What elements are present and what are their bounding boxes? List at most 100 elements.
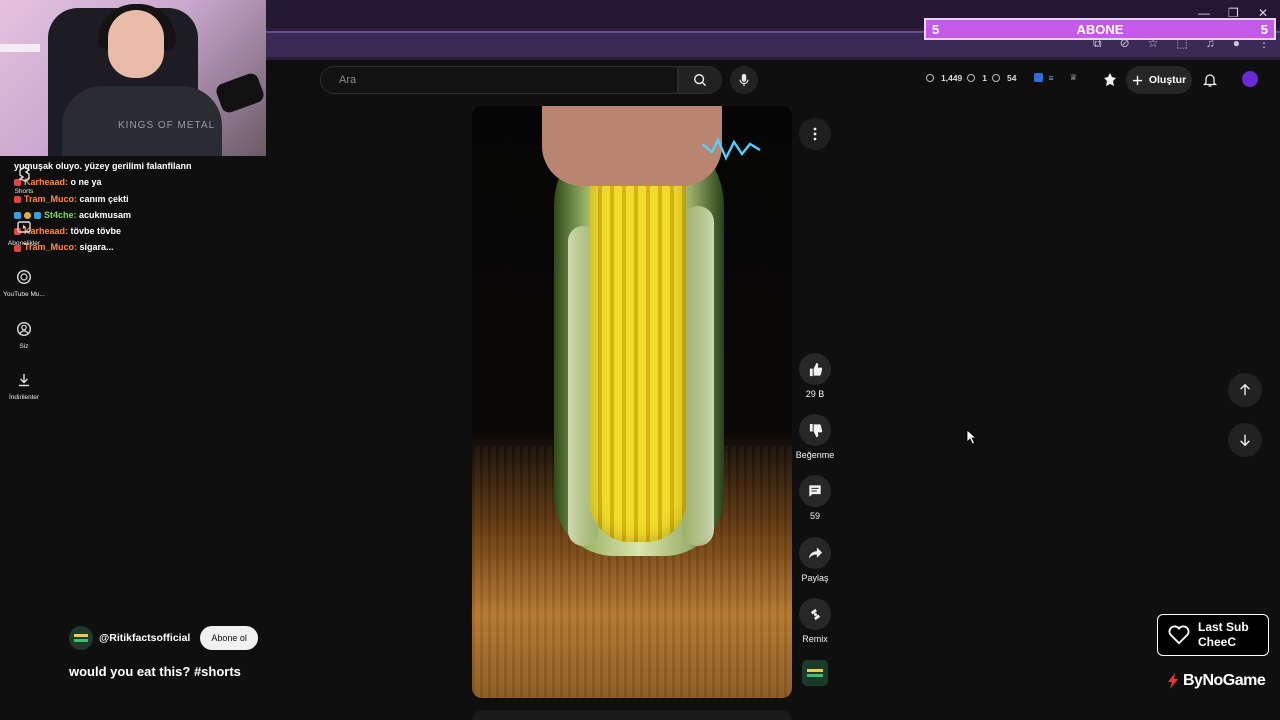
comments-button[interactable]: 59 [790, 475, 840, 521]
trophy-icon[interactable]: ♕ [1069, 72, 1077, 83]
plus-icon [1132, 75, 1142, 85]
like-count: 29 B [805, 389, 825, 399]
extension-stats: 1,449 1 54 ≡ ♕ [926, 72, 1077, 83]
last-sub-text: Last Sub CheeC [1198, 620, 1249, 650]
list-icon[interactable]: ≡ [1048, 73, 1053, 83]
chat-message: Tram_Muco: canım çekti [14, 191, 266, 207]
sidebar-item-label: Siz [19, 343, 29, 350]
sidebar-item-youtube-music[interactable]: YouTube Mu... [0, 269, 48, 298]
goal-target: 5 [1260, 21, 1268, 37]
remix-button[interactable]: Remix [790, 598, 840, 644]
chat-text: acukmusam [79, 209, 132, 220]
search-icon [694, 74, 707, 87]
more-vertical-icon [813, 127, 817, 141]
arrow-down-icon [1240, 434, 1250, 447]
last-subscriber-overlay: Last Sub CheeC [1157, 614, 1269, 656]
thumbs-down-icon [809, 423, 822, 437]
youtube-music-icon [16, 269, 32, 285]
previous-video-button[interactable] [1228, 373, 1262, 407]
video-title[interactable]: would you eat this? #shorts [69, 664, 241, 679]
next-video-button[interactable] [1228, 423, 1262, 457]
share-circle[interactable] [799, 537, 831, 569]
remix-icon [810, 608, 820, 620]
comments-circle[interactable] [799, 475, 831, 507]
create-label: Oluştur [1148, 74, 1187, 86]
clock-icon [926, 73, 934, 82]
heart-icon [1168, 625, 1190, 645]
sidebar-item-you[interactable]: Siz [0, 321, 48, 350]
create-button[interactable]: Oluştur [1126, 66, 1192, 94]
sidebar-item-subscriptions[interactable]: Abonelikler [0, 218, 48, 247]
shorts-video-player[interactable] [472, 106, 792, 698]
extension-badge-icon[interactable] [1034, 73, 1044, 82]
sidebar-item-label: YouTube Mu... [3, 291, 45, 298]
subscriber-goal-bar: 5 ABONE 5 [924, 18, 1276, 40]
chat-message: St4che: acukmusam [14, 207, 266, 223]
streamer-face [108, 10, 164, 78]
chat-text: tövbe tövbe [70, 226, 122, 237]
download-icon [19, 374, 29, 387]
profile-icon [16, 321, 32, 337]
sidebar-item-label: Shorts [14, 188, 34, 195]
dislike-circle[interactable] [799, 414, 831, 446]
sidebar-item-downloads[interactable]: İndirilenler [0, 372, 48, 401]
share-button[interactable]: Paylaş [790, 537, 840, 583]
like-button[interactable]: 29 B [790, 353, 840, 399]
dislike-button[interactable]: Beğenme [790, 414, 840, 460]
background-shelf [0, 44, 40, 52]
channel-avatar[interactable] [69, 626, 93, 650]
sidebar-item-shorts[interactable]: Shorts [0, 166, 48, 195]
search-placeholder: Ara [339, 74, 357, 86]
search-button[interactable] [678, 66, 722, 94]
chat-message: Karheaad: o ne ya [14, 174, 266, 190]
next-video-preview[interactable] [472, 710, 792, 720]
last-sub-name: CheeC [1198, 635, 1237, 649]
like-circle[interactable] [799, 353, 831, 385]
chat-username: Tram_Muco: [24, 193, 78, 204]
sound-thumbnail[interactable] [802, 660, 828, 686]
corn-leaf [682, 206, 714, 546]
sidebar-item-label: Abonelikler [7, 240, 41, 247]
arrow-up-icon [1240, 383, 1250, 396]
avatar[interactable] [1242, 71, 1258, 87]
chat-badge-icon [14, 195, 21, 203]
thumbs-up-icon [809, 362, 822, 376]
chat-text: o ne ya [70, 177, 102, 188]
mouse-cursor-icon [966, 429, 977, 445]
stream-chat: yumuşak oluyo. yüzey gerilimi falanfilan… [14, 158, 266, 256]
goal-current: 5 [932, 21, 940, 37]
stat-count-a: 1 [982, 72, 988, 83]
goal-label: ABONE [1076, 21, 1124, 37]
eye-icon [967, 73, 976, 82]
chat-username: St4che: [44, 209, 77, 220]
microphone-icon [739, 73, 749, 87]
stat-count-b: 54 [1007, 72, 1017, 83]
brand-name: ByNoGame [1183, 672, 1266, 689]
webcam-overlay: KINGS OF METAL [0, 0, 266, 156]
shorts-icon [18, 166, 31, 182]
sidebar-item-label: İndirilenler [9, 394, 39, 401]
bell-icon[interactable] [1202, 72, 1218, 88]
chat-text: sigara... [79, 242, 114, 253]
subscribe-label: Abone ol [211, 633, 247, 643]
more-options-button[interactable] [799, 118, 831, 150]
search-input[interactable]: Ara [320, 66, 678, 94]
remix-circle[interactable] [799, 598, 831, 630]
channel-name[interactable]: @Ritikfactsofficial [99, 632, 190, 644]
shirt-print: KINGS OF METAL [118, 120, 216, 131]
subscribe-button[interactable]: Abone ol [200, 626, 258, 650]
hand [542, 106, 722, 186]
last-sub-label: Last Sub [1198, 620, 1249, 634]
comment-icon [809, 485, 821, 497]
chat-text: canım çekti [79, 193, 129, 204]
chat-message: Karheaad: tövbe tövbe [14, 223, 266, 239]
lightning-effect-icon [701, 137, 761, 161]
sparkle-icon[interactable] [1102, 72, 1118, 88]
voice-search-button[interactable] [730, 66, 758, 94]
channel-info: @Ritikfactsofficial Abone ol [69, 626, 258, 650]
eye-icon [992, 73, 1001, 82]
comment-count: 59 [809, 511, 820, 521]
stat-views: 1,449 [941, 72, 963, 83]
dislike-label: Beğenme [795, 450, 835, 460]
brand-logo: ByNoGame [1166, 672, 1266, 690]
